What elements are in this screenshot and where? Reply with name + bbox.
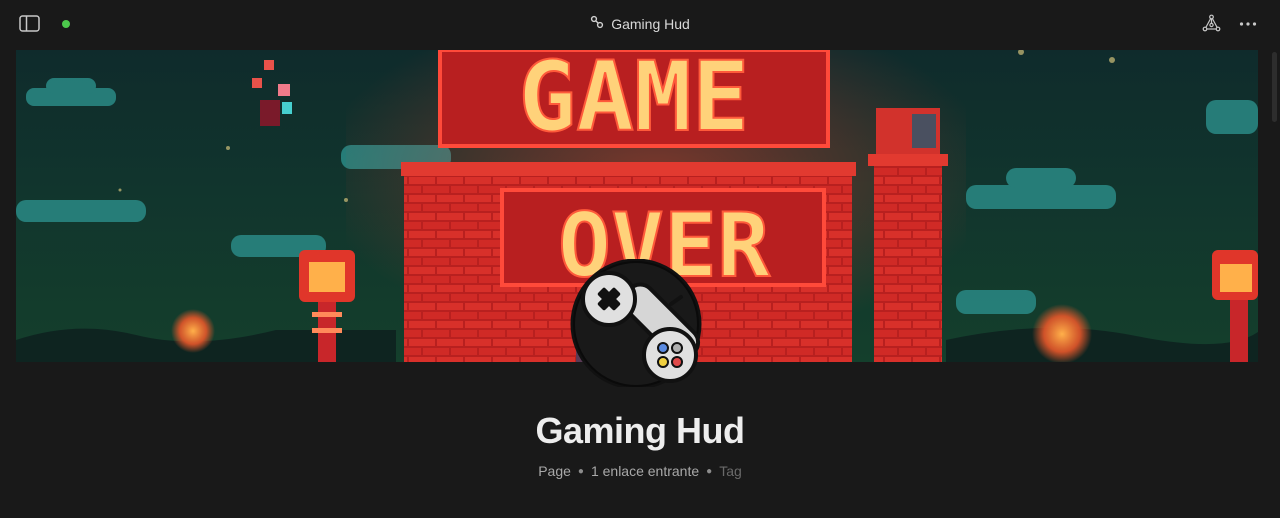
page-type-label: Page xyxy=(538,463,571,479)
page-title: Gaming Hud xyxy=(535,410,746,451)
window-title: Gaming Hud xyxy=(611,16,690,32)
scrollbar[interactable] xyxy=(1272,52,1277,122)
more-options-icon[interactable] xyxy=(1238,14,1258,34)
top-bar: Gaming Hud xyxy=(0,0,1280,48)
graph-view-icon[interactable] xyxy=(1202,14,1221,33)
sign-text-game: GAME xyxy=(518,50,749,153)
game-controller-icon[interactable] xyxy=(569,258,707,390)
separator-dot: ● xyxy=(577,465,584,477)
page-meta-bar: Page ● 1 enlace entrante ● Tag xyxy=(0,462,1280,480)
window-title-bar: Gaming Hud xyxy=(0,14,1280,34)
link-chain-icon xyxy=(590,15,604,34)
tag-input[interactable]: Tag xyxy=(719,463,742,479)
backlinks-link[interactable]: 1 enlace entrante xyxy=(591,463,699,479)
separator-dot: ● xyxy=(706,465,713,477)
